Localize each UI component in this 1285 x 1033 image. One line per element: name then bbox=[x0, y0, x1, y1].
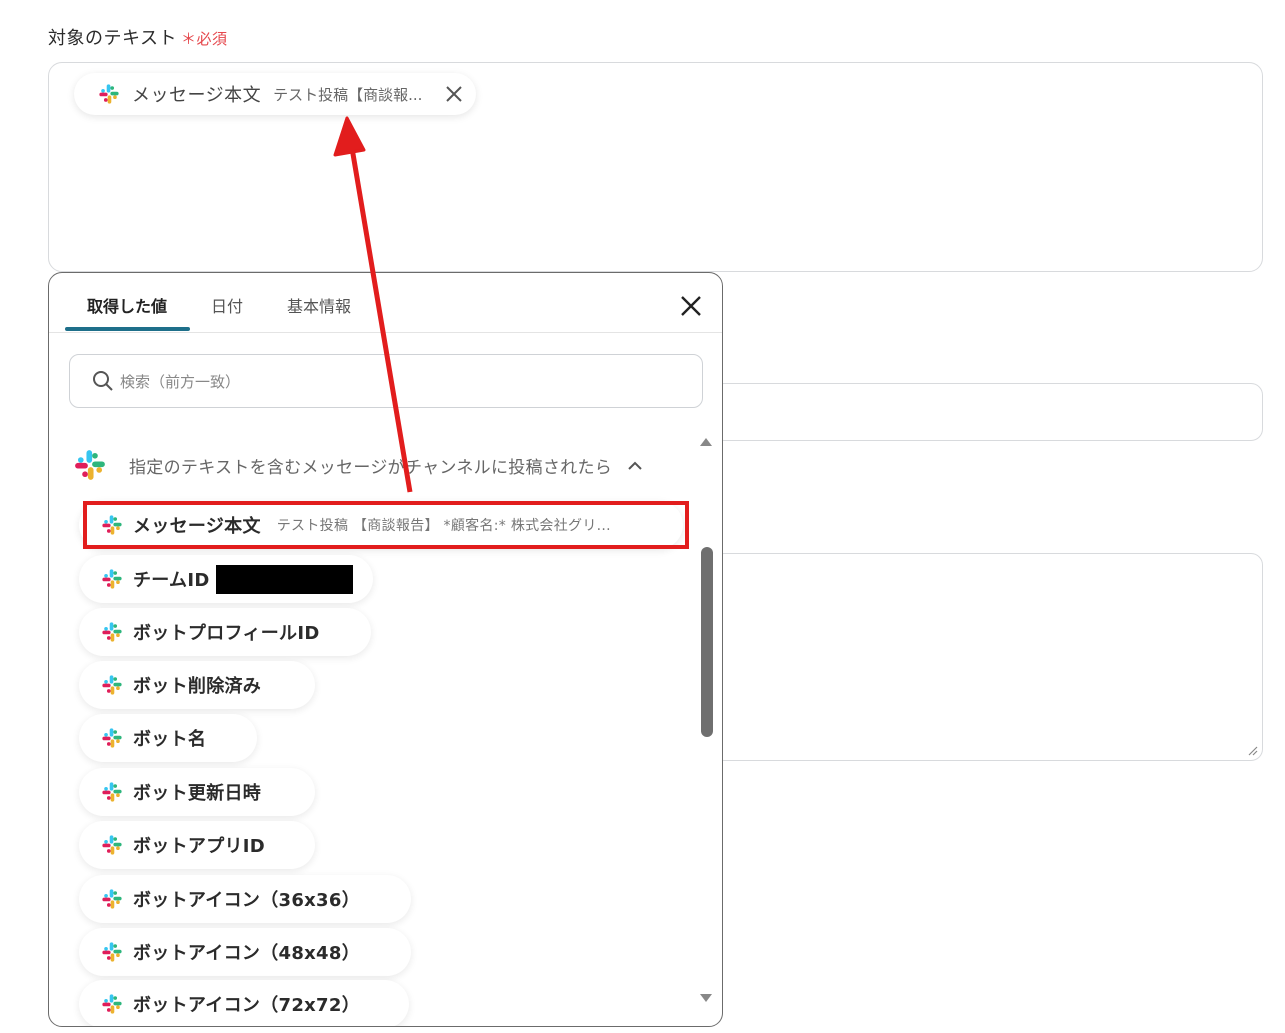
search-input[interactable]: 検索（前方一致） bbox=[69, 354, 703, 408]
redacted-value bbox=[215, 564, 353, 594]
close-icon[interactable] bbox=[444, 84, 464, 104]
required-mark: ＊必須 bbox=[180, 30, 228, 48]
chevron-up-icon[interactable] bbox=[626, 459, 644, 471]
list-item[interactable]: ボット名 bbox=[79, 714, 257, 762]
list-item[interactable]: ボット更新日時 bbox=[79, 768, 315, 816]
scroll-down-icon[interactable] bbox=[699, 993, 713, 1003]
item-name: ボットプロフィールID bbox=[133, 623, 320, 644]
background-textarea-field[interactable] bbox=[712, 553, 1263, 761]
item-name: ボットアイコン（36x36） bbox=[133, 890, 361, 911]
active-tab-indicator bbox=[65, 327, 190, 331]
slack-icon bbox=[101, 993, 123, 1015]
resize-grip-icon[interactable] bbox=[1246, 744, 1258, 756]
item-name: ボットアイコン（48x48） bbox=[133, 943, 361, 964]
chip-value: テスト投稿【商談報... bbox=[273, 85, 423, 104]
tab-acquired-values[interactable]: 取得した値 bbox=[87, 293, 167, 317]
chip-name: メッセージ本文 bbox=[132, 85, 262, 106]
slack-icon bbox=[101, 888, 123, 910]
item-name: ボットアプリID bbox=[133, 836, 266, 857]
search-icon bbox=[93, 371, 113, 391]
slack-icon bbox=[98, 83, 120, 105]
list-item[interactable]: ボットプロフィールID bbox=[79, 608, 371, 656]
item-name: ボット更新日時 bbox=[133, 783, 262, 804]
slack-icon bbox=[101, 727, 123, 749]
item-name: ボット名 bbox=[133, 729, 207, 750]
slack-icon bbox=[101, 674, 123, 696]
slack-icon bbox=[73, 448, 107, 482]
slack-icon bbox=[101, 568, 123, 590]
slack-icon bbox=[101, 621, 123, 643]
close-icon[interactable] bbox=[678, 293, 704, 319]
list-item[interactable]: ボットアイコン（48x48） bbox=[79, 928, 411, 976]
highlight-annotation bbox=[83, 501, 689, 549]
slack-icon bbox=[101, 781, 123, 803]
list-item[interactable]: ボットアプリID bbox=[79, 821, 315, 869]
scrollbar-thumb[interactable] bbox=[701, 547, 713, 737]
trigger-group-header[interactable]: 指定のテキストを含むメッセージがチャンネルに投稿されたら bbox=[73, 447, 693, 483]
search-placeholder: 検索（前方一致） bbox=[120, 372, 241, 391]
field-label-text: 対象のテキスト bbox=[48, 28, 177, 49]
selected-value-chip[interactable]: メッセージ本文 テスト投稿【商談報... bbox=[74, 73, 476, 115]
field-label: 対象のテキスト ＊必須 bbox=[48, 24, 227, 50]
item-name: ボットアイコン（72x72） bbox=[133, 995, 361, 1016]
item-name: ボット削除済み bbox=[133, 676, 262, 697]
tab-basic-info[interactable]: 基本情報 bbox=[287, 293, 351, 317]
slack-icon bbox=[101, 834, 123, 856]
list-item[interactable]: チームID bbox=[79, 555, 373, 603]
slack-icon bbox=[101, 941, 123, 963]
list-item[interactable]: ボット削除済み bbox=[79, 661, 315, 709]
list-item[interactable]: ボットアイコン（36x36） bbox=[79, 875, 411, 923]
popup-tabs: 取得した値 日付 基本情報 bbox=[49, 273, 722, 333]
list-item[interactable]: ボットアイコン（72x72） bbox=[79, 980, 409, 1026]
tab-date[interactable]: 日付 bbox=[211, 293, 243, 317]
group-title: 指定のテキストを含むメッセージがチャンネルに投稿されたら bbox=[129, 457, 613, 478]
scroll-up-icon[interactable] bbox=[699, 437, 713, 447]
value-picker-popup: 取得した値 日付 基本情報 検索（前方一致） 指定のテキストを含むメッセージがチ… bbox=[48, 272, 723, 1027]
background-input-field[interactable] bbox=[712, 383, 1263, 441]
item-name: チームID bbox=[133, 570, 210, 591]
